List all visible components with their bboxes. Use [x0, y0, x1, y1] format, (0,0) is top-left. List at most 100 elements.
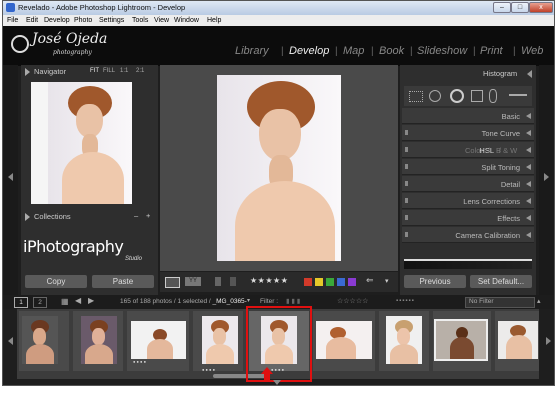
- graduated-filter-icon[interactable]: [471, 90, 483, 102]
- collections-plus-button[interactable]: +: [146, 211, 150, 220]
- star-rating[interactable]: ★★★★★: [250, 276, 288, 285]
- minimize-button[interactable]: –: [493, 2, 511, 13]
- radial-filter-icon[interactable]: [489, 89, 497, 103]
- zoom-fill[interactable]: FILL: [103, 68, 115, 74]
- module-print[interactable]: Print: [480, 45, 503, 57]
- window-title: Revelado - Adobe Photoshop Lightroom - D…: [18, 3, 186, 12]
- navigator-title[interactable]: Navigator: [34, 67, 66, 76]
- collapse-left-icon[interactable]: [8, 173, 13, 181]
- collections-title[interactable]: Collections: [34, 212, 71, 221]
- annotation-highlight-box: [246, 306, 312, 382]
- back-arrow-icon[interactable]: ◀: [75, 296, 81, 305]
- annotation-arrow-stem: [264, 373, 270, 380]
- section-effects[interactable]: Effects: [402, 210, 534, 226]
- page2-button[interactable]: 2: [33, 297, 47, 308]
- histogram-toggle-icon[interactable]: [527, 70, 532, 78]
- menu-settings[interactable]: Settings: [99, 17, 124, 24]
- section-camera-calibration[interactable]: Camera Calibration: [402, 227, 534, 243]
- identity-name: José Ojeda: [32, 31, 108, 47]
- menu-photo[interactable]: Photo: [74, 17, 92, 24]
- menu-file[interactable]: File: [7, 17, 18, 24]
- section-lens-corrections[interactable]: Lens Corrections: [402, 193, 534, 209]
- filmstrip-thumb[interactable]: [202, 316, 238, 364]
- status-count: 165 of 188 photos / 1 selected /: [120, 298, 213, 305]
- filmstrip-right-icon[interactable]: [546, 337, 551, 345]
- filter-stars[interactable]: ☆☆☆☆☆: [337, 297, 368, 305]
- filmstrip-menu-icon[interactable]: ▾: [247, 297, 250, 304]
- histogram-tools: [404, 86, 532, 106]
- loupe-view-icon[interactable]: [165, 277, 180, 288]
- menu-help[interactable]: Help: [207, 17, 221, 24]
- section-detail[interactable]: Detail: [402, 176, 534, 192]
- spot-removal-icon[interactable]: [429, 90, 441, 102]
- menu-edit[interactable]: Edit: [26, 17, 38, 24]
- zoom-fit[interactable]: FIT: [90, 68, 99, 74]
- page1-button[interactable]: 1: [14, 297, 28, 308]
- title-bar: Revelado - Adobe Photoshop Lightroom - D…: [3, 1, 554, 15]
- forward-arrow-icon[interactable]: ▶: [88, 296, 94, 305]
- main-photo[interactable]: [217, 75, 341, 261]
- filter-lock-icon[interactable]: ▴: [537, 297, 541, 305]
- copy-button[interactable]: Copy: [25, 275, 87, 288]
- color-label-blue[interactable]: [337, 278, 345, 286]
- previous-button[interactable]: Previous: [404, 275, 466, 288]
- color-label-yellow[interactable]: [315, 278, 323, 286]
- section-hsl[interactable]: HSL / Color / B & W: [402, 142, 534, 158]
- menu-window[interactable]: Window: [174, 17, 199, 24]
- filmstrip-status: 165 of 188 photos / 1 selected / _MG_036…: [120, 298, 247, 305]
- navigator-toggle-icon[interactable]: [25, 68, 30, 76]
- module-map[interactable]: Map: [343, 45, 364, 57]
- status-filename: _MG_0365-: [212, 298, 247, 305]
- collapse-right-icon[interactable]: [544, 173, 549, 181]
- watermark-logo: iPhotography: [23, 237, 124, 256]
- histogram-title[interactable]: Histogram: [483, 69, 517, 78]
- navigator-photo: [48, 82, 132, 204]
- filter-color-labels[interactable]: ▪▪▪▪▪▪: [396, 298, 415, 304]
- color-label-green[interactable]: [326, 278, 334, 286]
- crop-tool-icon[interactable]: [409, 91, 423, 102]
- filmstrip-thumb[interactable]: [386, 316, 422, 364]
- module-library[interactable]: Library: [235, 45, 269, 57]
- section-split-toning[interactable]: Split Toning: [402, 159, 534, 175]
- filmstrip-toggle-icon[interactable]: [273, 380, 281, 385]
- menu-view[interactable]: View: [154, 17, 169, 24]
- right-watermark-graphic: [404, 259, 532, 269]
- maximize-button[interactable]: □: [511, 2, 529, 13]
- identity-tagline: photography: [53, 49, 92, 56]
- collections-toggle-icon[interactable]: [25, 213, 30, 221]
- zoom-1-1[interactable]: 1:1: [120, 68, 128, 74]
- collections-minus-button[interactable]: –: [134, 211, 138, 220]
- toolbar-options-icon[interactable]: ▾: [385, 277, 389, 285]
- filmstrip-thumb[interactable]: [316, 321, 372, 359]
- section-basic[interactable]: Basic: [402, 108, 534, 124]
- module-web[interactable]: Web: [521, 45, 543, 57]
- filter-dropdown-value: No Filter: [469, 298, 494, 305]
- menu-tools[interactable]: Tools: [132, 17, 148, 24]
- section-tone-curve[interactable]: Tone Curve: [402, 125, 534, 141]
- paste-button[interactable]: Paste: [92, 275, 154, 288]
- filter-flag-icons[interactable]: ▮ ▮ ▮: [286, 297, 300, 305]
- lightroom-app-icon: [6, 3, 15, 12]
- module-slideshow[interactable]: Slideshow: [417, 45, 467, 57]
- filmstrip-thumb[interactable]: [22, 316, 58, 364]
- grid-view-icon[interactable]: ▦: [61, 297, 69, 306]
- close-button[interactable]: x: [529, 2, 553, 13]
- red-eye-icon[interactable]: [450, 89, 464, 103]
- module-book[interactable]: Book: [379, 45, 404, 57]
- filmstrip-thumb[interactable]: [81, 316, 117, 364]
- set-default-button[interactable]: Set Default...: [470, 275, 532, 288]
- filmstrip-left-icon[interactable]: [8, 337, 13, 345]
- filmstrip-thumb[interactable]: [498, 321, 538, 359]
- color-label-purple[interactable]: [348, 278, 356, 286]
- flag-pick-icon[interactable]: [215, 277, 221, 286]
- flag-reject-icon[interactable]: [230, 277, 236, 286]
- before-after-icon[interactable]: YY: [185, 277, 201, 286]
- module-develop[interactable]: Develop: [289, 45, 329, 57]
- color-label-red[interactable]: [304, 278, 312, 286]
- menu-develop[interactable]: Develop: [44, 17, 70, 24]
- previous-photo-icon[interactable]: ⇐: [366, 275, 374, 286]
- adjustment-brush-icon[interactable]: [509, 94, 527, 96]
- filmstrip-thumb[interactable]: [434, 319, 488, 361]
- zoom-2-1[interactable]: 2:1: [136, 68, 144, 74]
- filmstrip-thumb[interactable]: [131, 321, 186, 359]
